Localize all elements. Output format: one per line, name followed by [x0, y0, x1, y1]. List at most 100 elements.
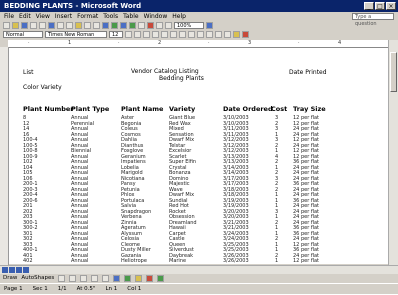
copy-icon[interactable] — [66, 22, 73, 29]
oval-icon[interactable] — [91, 274, 99, 282]
column-header-plant-number: Plant Number — [23, 105, 74, 113]
cell-plant-type: Annual — [71, 258, 89, 264]
menu-view[interactable]: View — [36, 12, 50, 21]
heading-title: Vendor Catalog Listing — [131, 68, 199, 75]
hyperlink-icon[interactable] — [102, 22, 109, 29]
cell-plant-number: 402 — [23, 258, 33, 264]
menu-bar: File Edit View Insert Format Tools Table… — [0, 12, 398, 27]
show-hide-icon[interactable] — [165, 22, 172, 29]
menu-window[interactable]: Window — [144, 12, 168, 21]
align-left-icon[interactable] — [152, 31, 159, 38]
bold-icon[interactable] — [125, 31, 132, 38]
insert-table-icon[interactable] — [120, 22, 127, 29]
line-icon[interactable] — [58, 274, 66, 282]
decrease-indent-icon[interactable] — [206, 31, 213, 38]
redo-icon[interactable] — [93, 22, 100, 29]
menu-insert[interactable]: Insert — [55, 12, 72, 21]
font-select[interactable]: Times New Roman — [45, 31, 107, 38]
vertical-ruler — [0, 47, 9, 265]
heading-date: Date Printed — [289, 69, 327, 76]
text-box-icon[interactable] — [102, 274, 110, 282]
menu-edit[interactable]: Edit — [19, 12, 31, 21]
zoom-select[interactable]: 100% — [174, 22, 204, 29]
bullets-icon[interactable] — [197, 31, 204, 38]
clip-art-icon[interactable] — [124, 274, 132, 282]
window-title: BEDDING PLANTS - Microsoft Word — [4, 2, 142, 10]
line-color-icon[interactable] — [146, 274, 154, 282]
highlight-icon[interactable] — [233, 31, 240, 38]
columns-icon[interactable] — [138, 22, 145, 29]
cut-icon[interactable] — [57, 22, 64, 29]
numbering-icon[interactable] — [188, 31, 195, 38]
tables-icon[interactable] — [111, 22, 118, 29]
font-color-icon[interactable] — [242, 31, 249, 38]
open-folder-icon[interactable] — [12, 22, 19, 29]
paste-icon[interactable] — [75, 22, 82, 29]
undo-icon[interactable] — [84, 22, 91, 29]
status-column: Col 1 — [127, 286, 142, 292]
save-icon[interactable] — [21, 22, 28, 29]
title-bar: BEDDING PLANTS - Microsoft Word _ □ × — [0, 0, 398, 12]
menu-file[interactable]: File — [4, 12, 14, 21]
justify-icon[interactable] — [179, 31, 186, 38]
column-header-variety: Variety — [169, 105, 196, 113]
draw-menu[interactable]: Draw — [3, 273, 17, 283]
borders-icon[interactable] — [224, 31, 231, 38]
align-right-icon[interactable] — [170, 31, 177, 38]
formatting-toolbar: Normal Times New Roman 12 — [0, 30, 398, 39]
cell-tray-size: 12 per flat — [293, 258, 320, 264]
rectangle-icon[interactable] — [80, 274, 88, 282]
increase-indent-icon[interactable] — [215, 31, 222, 38]
autoshapes-menu[interactable]: AutoShapes — [21, 273, 54, 283]
style-select[interactable]: Normal — [3, 31, 43, 38]
spelling-icon[interactable] — [48, 22, 55, 29]
cell-date-ordered: 3/26/2003 — [223, 258, 249, 264]
print-icon[interactable] — [30, 22, 37, 29]
vertical-scrollbar[interactable] — [388, 40, 398, 265]
cell-variety: Marine — [169, 258, 187, 264]
cell-cost: 1 — [275, 258, 279, 264]
heading-left: List — [23, 69, 34, 76]
menu-format[interactable]: Format — [77, 12, 98, 21]
minimize-button[interactable]: _ — [364, 2, 374, 10]
fill-color-icon[interactable] — [135, 274, 143, 282]
align-center-icon[interactable] — [161, 31, 168, 38]
word-window: BEDDING PLANTS - Microsoft Word _ □ × Fi… — [0, 0, 398, 294]
status-bar: Page 1 Sec 1 1/1 At 0.5" Ln 1 Col 1 — [0, 283, 398, 294]
font-size-select[interactable]: 12 — [109, 31, 123, 38]
picture-icon[interactable] — [157, 274, 165, 282]
maximize-button[interactable]: □ — [375, 2, 385, 10]
heading-subtitle: Bedding Plants — [159, 75, 204, 82]
underline-icon[interactable] — [143, 31, 150, 38]
print-preview-icon[interactable] — [39, 22, 46, 29]
insert-excel-icon[interactable] — [129, 22, 136, 29]
table-row: 402 Annual Heliotrope Marine 3/26/2003 1 12 pe… — [9, 258, 390, 264]
cell-plant-name: Heliotrope — [121, 258, 147, 264]
status-position: 1/1 — [57, 286, 67, 292]
column-header-plant-type: Plant Type — [71, 105, 110, 113]
italic-icon[interactable] — [134, 31, 141, 38]
horizontal-ruler[interactable]: · 1 · 2 · 3 · 4 — [8, 40, 388, 48]
scroll-thumb[interactable] — [390, 52, 397, 92]
help-icon[interactable] — [206, 22, 213, 29]
standard-toolbar: 100% — [0, 21, 398, 30]
column-header-date-ordered: Date Ordered — [223, 105, 273, 113]
status-at: At 0.5" — [76, 286, 96, 292]
help-search-input[interactable]: Type a question — [352, 13, 394, 27]
document-page[interactable]: List Vendor Catalog Listing Bedding Plan… — [9, 48, 390, 264]
close-button[interactable]: × — [386, 2, 396, 10]
menu-help[interactable]: Help — [172, 12, 186, 21]
document-map-icon[interactable] — [156, 22, 163, 29]
menu-table[interactable]: Table — [123, 12, 139, 21]
wordart-icon[interactable] — [113, 274, 121, 282]
status-page: Page 1 — [4, 286, 23, 292]
drawing-toolbar: Draw AutoShapes — [0, 273, 398, 283]
column-header-cost: Cost — [271, 105, 288, 113]
column-header-plant-name: Plant Name — [121, 105, 164, 113]
status-section: Sec 1 — [32, 286, 48, 292]
column-header-tray-size: Tray Size — [293, 105, 326, 113]
new-document-icon[interactable] — [3, 22, 10, 29]
drawing-icon[interactable] — [147, 22, 154, 29]
menu-tools[interactable]: Tools — [103, 12, 118, 21]
arrow-icon[interactable] — [69, 274, 77, 282]
